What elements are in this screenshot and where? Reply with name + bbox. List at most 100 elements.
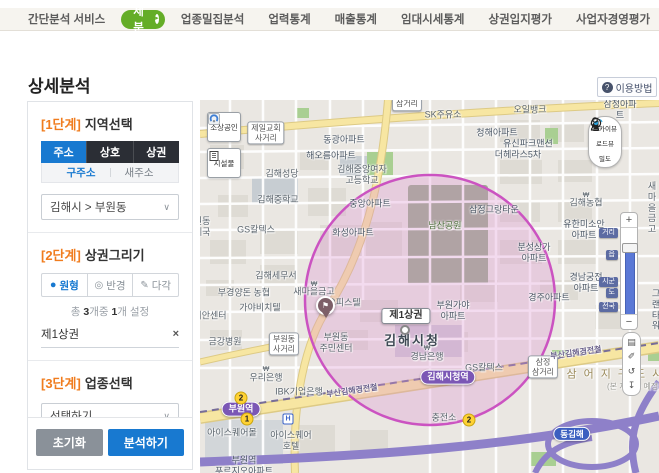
city-hall-dot-marker: [400, 325, 410, 335]
small-business-layer-button[interactable]: 소상공인: [207, 112, 241, 142]
nav-item-business-age[interactable]: 업력통계: [256, 11, 322, 27]
tab-area[interactable]: 상권: [133, 141, 179, 163]
map-label: 삼어지구도시개발: [567, 368, 659, 381]
map-label: 우리은행: [249, 373, 282, 384]
zoom-track[interactable]: [625, 245, 635, 315]
map-label: 경남궁전 아파트: [569, 272, 602, 294]
map-label: 새마을금고: [648, 181, 656, 235]
map-label: 치안센터: [200, 311, 227, 322]
zoom-out-button[interactable]: −: [621, 314, 637, 329]
nav-item-density[interactable]: 업종밀집분석: [169, 11, 256, 27]
map-label: 부원동 주민센터: [319, 332, 352, 354]
nav-item-simple-analysis[interactable]: 간단분석 서비스: [16, 11, 117, 27]
zoom-handle[interactable]: [622, 243, 638, 253]
step2-badge: [2단계]: [41, 248, 81, 263]
map-label: 충전소: [432, 413, 457, 424]
map-label: 동김해: [553, 427, 590, 441]
map-label: 동광아파트: [323, 135, 364, 146]
map-measure-tools: ▤ ✐ ↺ ↧: [622, 332, 641, 396]
chevron-down-icon: ∨: [163, 202, 170, 213]
remove-area-button[interactable]: ×: [173, 328, 179, 340]
help-button[interactable]: ? 이용방법: [597, 77, 657, 97]
area-center-pin[interactable]: ⚑: [316, 296, 335, 315]
map-label: 제일교회 사거리: [247, 121, 284, 144]
facility-layer-button[interactable]: 시설물: [207, 148, 241, 178]
subtab-old-address[interactable]: 구주소: [67, 165, 96, 180]
map-label: 중앙아파트: [349, 199, 390, 210]
roadview-label: 로드뷰: [596, 138, 614, 148]
zoom-level-badge[interactable]: 도: [606, 288, 618, 298]
section-divider: [28, 232, 192, 233]
zoom-level-badge[interactable]: 시군: [599, 277, 618, 287]
region-select-value: 김해시 > 부원동: [50, 199, 127, 215]
map-canvas[interactable]: 삼거리SK주유소오일뱅크삼정아파트제일교회 사거리동광아파트해오름아파트김해성당…: [200, 100, 659, 473]
map-label: 금강병원: [208, 337, 241, 348]
nav-item-detail-analysis[interactable]: 상세분석 ▸: [121, 10, 165, 29]
map-label: 김해중앙여자 고등학교: [337, 164, 387, 186]
reset-button[interactable]: 초기화: [36, 429, 103, 456]
density-label: 밀도: [599, 153, 611, 163]
nav-item-owner-eval[interactable]: 사업자경영평가: [564, 11, 659, 27]
map-view-controls: 스카이뷰 로드뷰 밀도: [588, 116, 622, 168]
density-person-icon: [589, 117, 601, 131]
zoom-level-badge[interactable]: 읍: [606, 250, 618, 260]
zoom-level-badge[interactable]: 거리: [599, 228, 618, 238]
step3-title: 업종선택: [85, 376, 133, 391]
map-label: 아이스퀘어 호텔: [270, 430, 311, 452]
small-business-icon: [208, 113, 220, 125]
analyze-button[interactable]: 분석하기: [108, 429, 184, 456]
sidebar-footer: 초기화 분석하기: [28, 417, 192, 469]
shape-circle-button[interactable]: ● 원형: [42, 274, 87, 296]
map-label: 가야비치텔: [239, 303, 280, 314]
map-label: 청해아파트: [476, 128, 517, 139]
subtab-new-address[interactable]: 새주소: [125, 165, 154, 180]
map-label: 2: [463, 414, 476, 427]
step1-heading: [1단계]지역선택: [41, 114, 179, 133]
tab-address[interactable]: 주소: [41, 141, 86, 163]
shape-radius-label: 반경: [106, 278, 125, 293]
map-label: 해오름아파트: [306, 151, 356, 162]
shape-circle-label: 원형: [60, 278, 79, 293]
zoom-widget: + −: [620, 212, 638, 330]
draw-shape-buttons: ● 원형 ◎ 반경 ✎ 다각: [41, 273, 179, 297]
shape-radius-button[interactable]: ◎ 반경: [87, 274, 133, 296]
area-measure-icon[interactable]: ▤: [627, 338, 636, 347]
map-label: ₩: [263, 366, 270, 374]
map-label: 삼거리: [392, 100, 422, 111]
region-select[interactable]: 김해시 > 부원동 ∨: [41, 194, 179, 220]
nav-item-location-eval[interactable]: 상권입지평가: [476, 11, 563, 27]
shape-polygon-button[interactable]: ✎ 다각: [132, 274, 178, 296]
step1-title: 지역선택: [85, 117, 133, 132]
polygon-icon: ✎: [140, 280, 148, 291]
distance-measure-icon[interactable]: ✐: [628, 352, 636, 361]
map-label: 오일뱅크: [513, 105, 546, 116]
step2-title: 상권그리기: [85, 248, 145, 263]
map-label: 경주아파트: [528, 293, 569, 304]
map-label: 아이스퀘어몰: [207, 428, 257, 439]
analysis-sidebar: [1단계]지역선택 주소 상호 상권 구주소 새주소 김해시 > 부원동 ∨ […: [27, 101, 193, 470]
zoom-in-button[interactable]: +: [621, 213, 637, 228]
help-label: 이용방법: [616, 80, 653, 95]
map-label: 남산공원: [428, 221, 461, 232]
roadview-button[interactable]: 로드뷰: [596, 137, 614, 148]
density-button[interactable]: 밀도: [599, 152, 611, 163]
download-icon[interactable]: ↧: [628, 381, 636, 390]
map-label: 김해세무서: [255, 271, 296, 282]
map-label: GS칼텍스: [237, 225, 275, 236]
undo-icon[interactable]: ↺: [628, 367, 636, 376]
map-label: 삼정그랑타운: [469, 205, 519, 216]
map-label: 제1상권: [381, 308, 430, 324]
region-tabs: 주소 상호 상권: [41, 141, 179, 163]
nav-item-rent[interactable]: 임대시세통계: [389, 11, 476, 27]
step3-heading: [3단계]업종선택: [41, 373, 179, 392]
map-label: 부산김해경전철: [550, 345, 602, 362]
area-count-text: 총 3개중 1개 설정: [28, 304, 192, 319]
map-label: IBK기업은행: [275, 387, 323, 398]
map-label: 부원역 푸르지오아파트: [215, 455, 273, 473]
zoom-level-badge[interactable]: 전국: [599, 302, 618, 312]
address-subtabs: 구주소 새주소: [41, 163, 179, 183]
tab-shopname[interactable]: 상호: [86, 141, 132, 163]
nav-item-sales[interactable]: 매출통계: [323, 11, 389, 27]
map-label: 경남은행: [410, 352, 443, 363]
map-label: 김해시청역: [420, 370, 475, 385]
